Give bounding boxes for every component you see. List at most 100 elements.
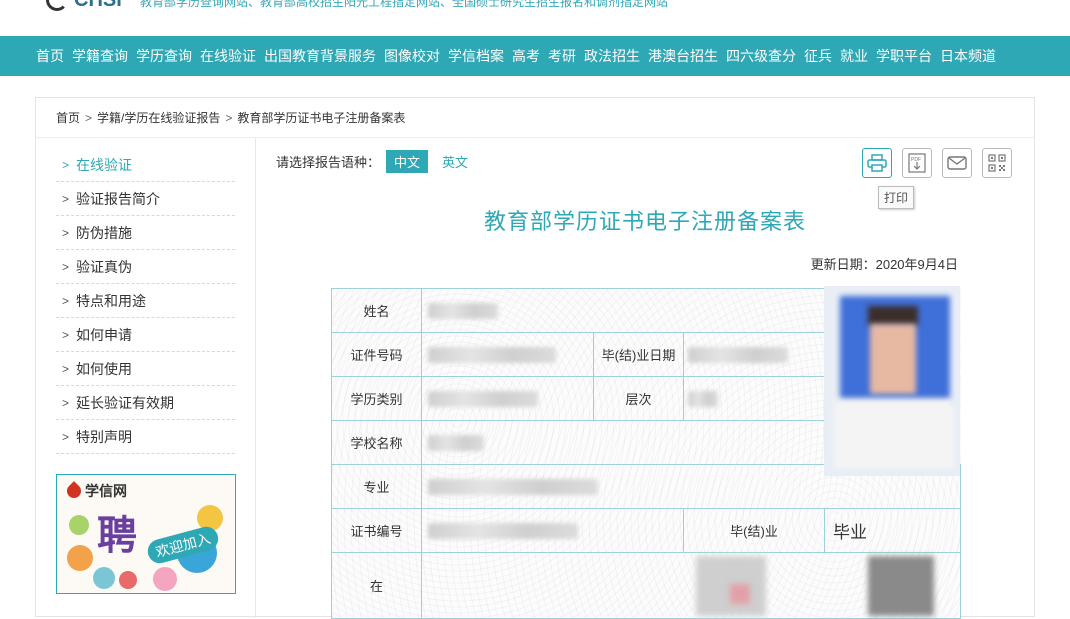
nav-item-gangao[interactable]: 港澳台招生 [648,46,718,66]
nav-item-home[interactable]: 首页 [36,46,64,66]
redacted-value [688,346,788,363]
nav-item-online-verify[interactable]: 在线验证 [200,46,256,66]
photo-shirt [834,398,954,468]
nav-item-zhengfa[interactable]: 政法招生 [584,46,640,66]
nav-item-cet[interactable]: 四六级查分 [726,46,796,66]
promo-brand: 学信网 [64,481,127,501]
sidebar-item-label: 如何使用 [76,360,132,377]
print-icon [867,154,887,172]
student-photo [824,286,960,476]
school-value [421,420,825,465]
name-label: 姓名 [331,288,422,333]
sidebar-item-label: 防伪措施 [76,224,132,241]
lang-english-button[interactable]: 英文 [434,150,476,173]
redacted-value [428,390,538,407]
table-row: 证书编号 毕(结)业 毕业 [331,508,961,553]
chevron-right-icon: > [62,259,70,274]
qrcode-button[interactable] [982,148,1012,178]
chevron-right-icon: > [62,327,70,342]
sidebar-item-label: 在线验证 [76,156,132,173]
sidebar-item-extend[interactable]: > 延长验证有效期 [56,386,235,420]
grad-status-value: 毕业 [833,523,867,542]
nav-item-archive[interactable]: 学信档案 [448,46,504,66]
decor-bubble [67,545,93,571]
sidebar-item-verify-authenticity[interactable]: > 验证真伪 [56,250,235,284]
sidebar: > 在线验证 > 验证报告简介 > 防伪措施 > 验证真伪 > 特点和用途 > 如何申请 >… [36,138,256,618]
sidebar-item-how-use[interactable]: > 如何使用 [56,352,235,386]
flame-logo-icon [64,481,84,501]
nav-item-image[interactable]: 图像校对 [384,46,440,66]
pdf-download-button[interactable]: PDF [902,148,932,178]
sidebar-item-label: 特别声明 [76,428,132,445]
sidebar-item-label: 延长验证有效期 [76,394,174,411]
sidebar-item-label: 特点和用途 [76,292,146,309]
grad-status-cell: 毕业 [824,508,961,553]
decor-bubble [69,515,89,535]
nav-item-zhengbing[interactable]: 征兵 [804,46,832,66]
sidebar-item-features[interactable]: > 特点和用途 [56,284,235,318]
nav-item-jiuye[interactable]: 就业 [840,46,868,66]
at-label: 在 [331,552,422,619]
grad-date-label: 毕(结)业日期 [593,332,684,377]
decor-bubble [153,567,177,591]
redacted-value [428,522,578,539]
nav-item-xueji[interactable]: 学籍查询 [72,46,128,66]
nav-item-xuezhi[interactable]: 学职平台 [876,46,932,66]
main-nav: 首页 学籍查询 学历查询 在线验证 出国教育背景服务 图像校对 学信档案 高考 … [0,36,1070,76]
sidebar-item-online-verify[interactable]: > 在线验证 [56,148,235,182]
cert-no-label: 证书编号 [331,508,422,553]
nav-item-gaokao[interactable]: 高考 [512,46,540,66]
svg-text:PDF: PDF [911,157,921,163]
breadcrumb-level1[interactable]: 学籍/学历在线验证报告 [97,111,220,125]
chsi-logo-icon [46,0,68,11]
pdf-download-icon: PDF [908,153,926,173]
breadcrumb: 首页 > 学籍/学历在线验证报告 > 教育部学历证书电子注册备案表 [36,98,1034,138]
banner-slogan: 教育部学历查询网站、教育部高校招生阳光工程指定网站、全国硕士研究生招生报名和调剂… [140,0,669,9]
decor-bubble [119,571,137,589]
photo-face [870,324,916,394]
photo-hair [868,306,918,326]
name-value [421,288,825,333]
breadcrumb-sep: > [225,111,233,125]
breadcrumb-home[interactable]: 首页 [56,111,80,125]
toolbar: PDF [852,148,1012,178]
major-label: 专业 [331,464,422,509]
nav-item-kaoyan[interactable]: 考研 [548,46,576,66]
document-title: 教育部学历证书电子注册备案表 [483,209,806,234]
redacted-block [868,556,934,616]
sidebar-list: > 在线验证 > 验证报告简介 > 防伪措施 > 验证真伪 > 特点和用途 > 如何申请 >… [36,138,255,454]
id-value [421,332,594,377]
chevron-right-icon: > [62,191,70,206]
edu-type-value [421,376,594,421]
nav-item-japan[interactable]: 日本频道 [940,46,996,66]
chevron-right-icon: > [62,225,70,240]
sidebar-item-statement[interactable]: > 特别声明 [56,420,235,454]
language-selector: 请选择报告语种： 中文 英文 [276,150,476,173]
mail-button[interactable] [942,148,972,178]
edu-type-label: 学历类别 [331,376,422,421]
update-date: 更新日期：2020年9月4日 [810,257,958,272]
top-banner: CHSI 教育部学历查询网站、教育部高校招生阳光工程指定网站、全国硕士研究生招生… [0,0,1070,36]
print-button[interactable] [862,148,892,178]
redacted-value [428,434,484,451]
id-label: 证件号码 [331,332,422,377]
breadcrumb-current: 教育部学历证书电子注册备案表 [237,111,406,125]
promo-brand-text: 学信网 [85,483,127,499]
chsi-logo[interactable]: CHSI [46,0,122,12]
school-label: 学校名称 [331,420,422,465]
sidebar-item-report-intro[interactable]: > 验证报告简介 [56,182,235,216]
chevron-right-icon: > [62,293,70,308]
table-row: 在 [331,552,961,619]
lang-prompt: 请选择报告语种： [276,155,381,170]
recruitment-banner[interactable]: 学信网 聘 欢迎加入 [56,474,236,594]
chevron-right-icon: > [62,361,70,376]
grad-status-label: 毕(结)业 [683,508,825,553]
redacted-value [428,478,598,495]
sidebar-item-how-apply[interactable]: > 如何申请 [56,318,235,352]
sidebar-item-label: 验证报告简介 [76,190,160,207]
lang-chinese-button[interactable]: 中文 [386,150,429,173]
nav-item-xueli[interactable]: 学历查询 [136,46,192,66]
chevron-right-icon: > [62,395,70,410]
sidebar-item-anti-fake[interactable]: > 防伪措施 [56,216,235,250]
nav-item-abroad[interactable]: 出国教育背景服务 [264,46,376,66]
